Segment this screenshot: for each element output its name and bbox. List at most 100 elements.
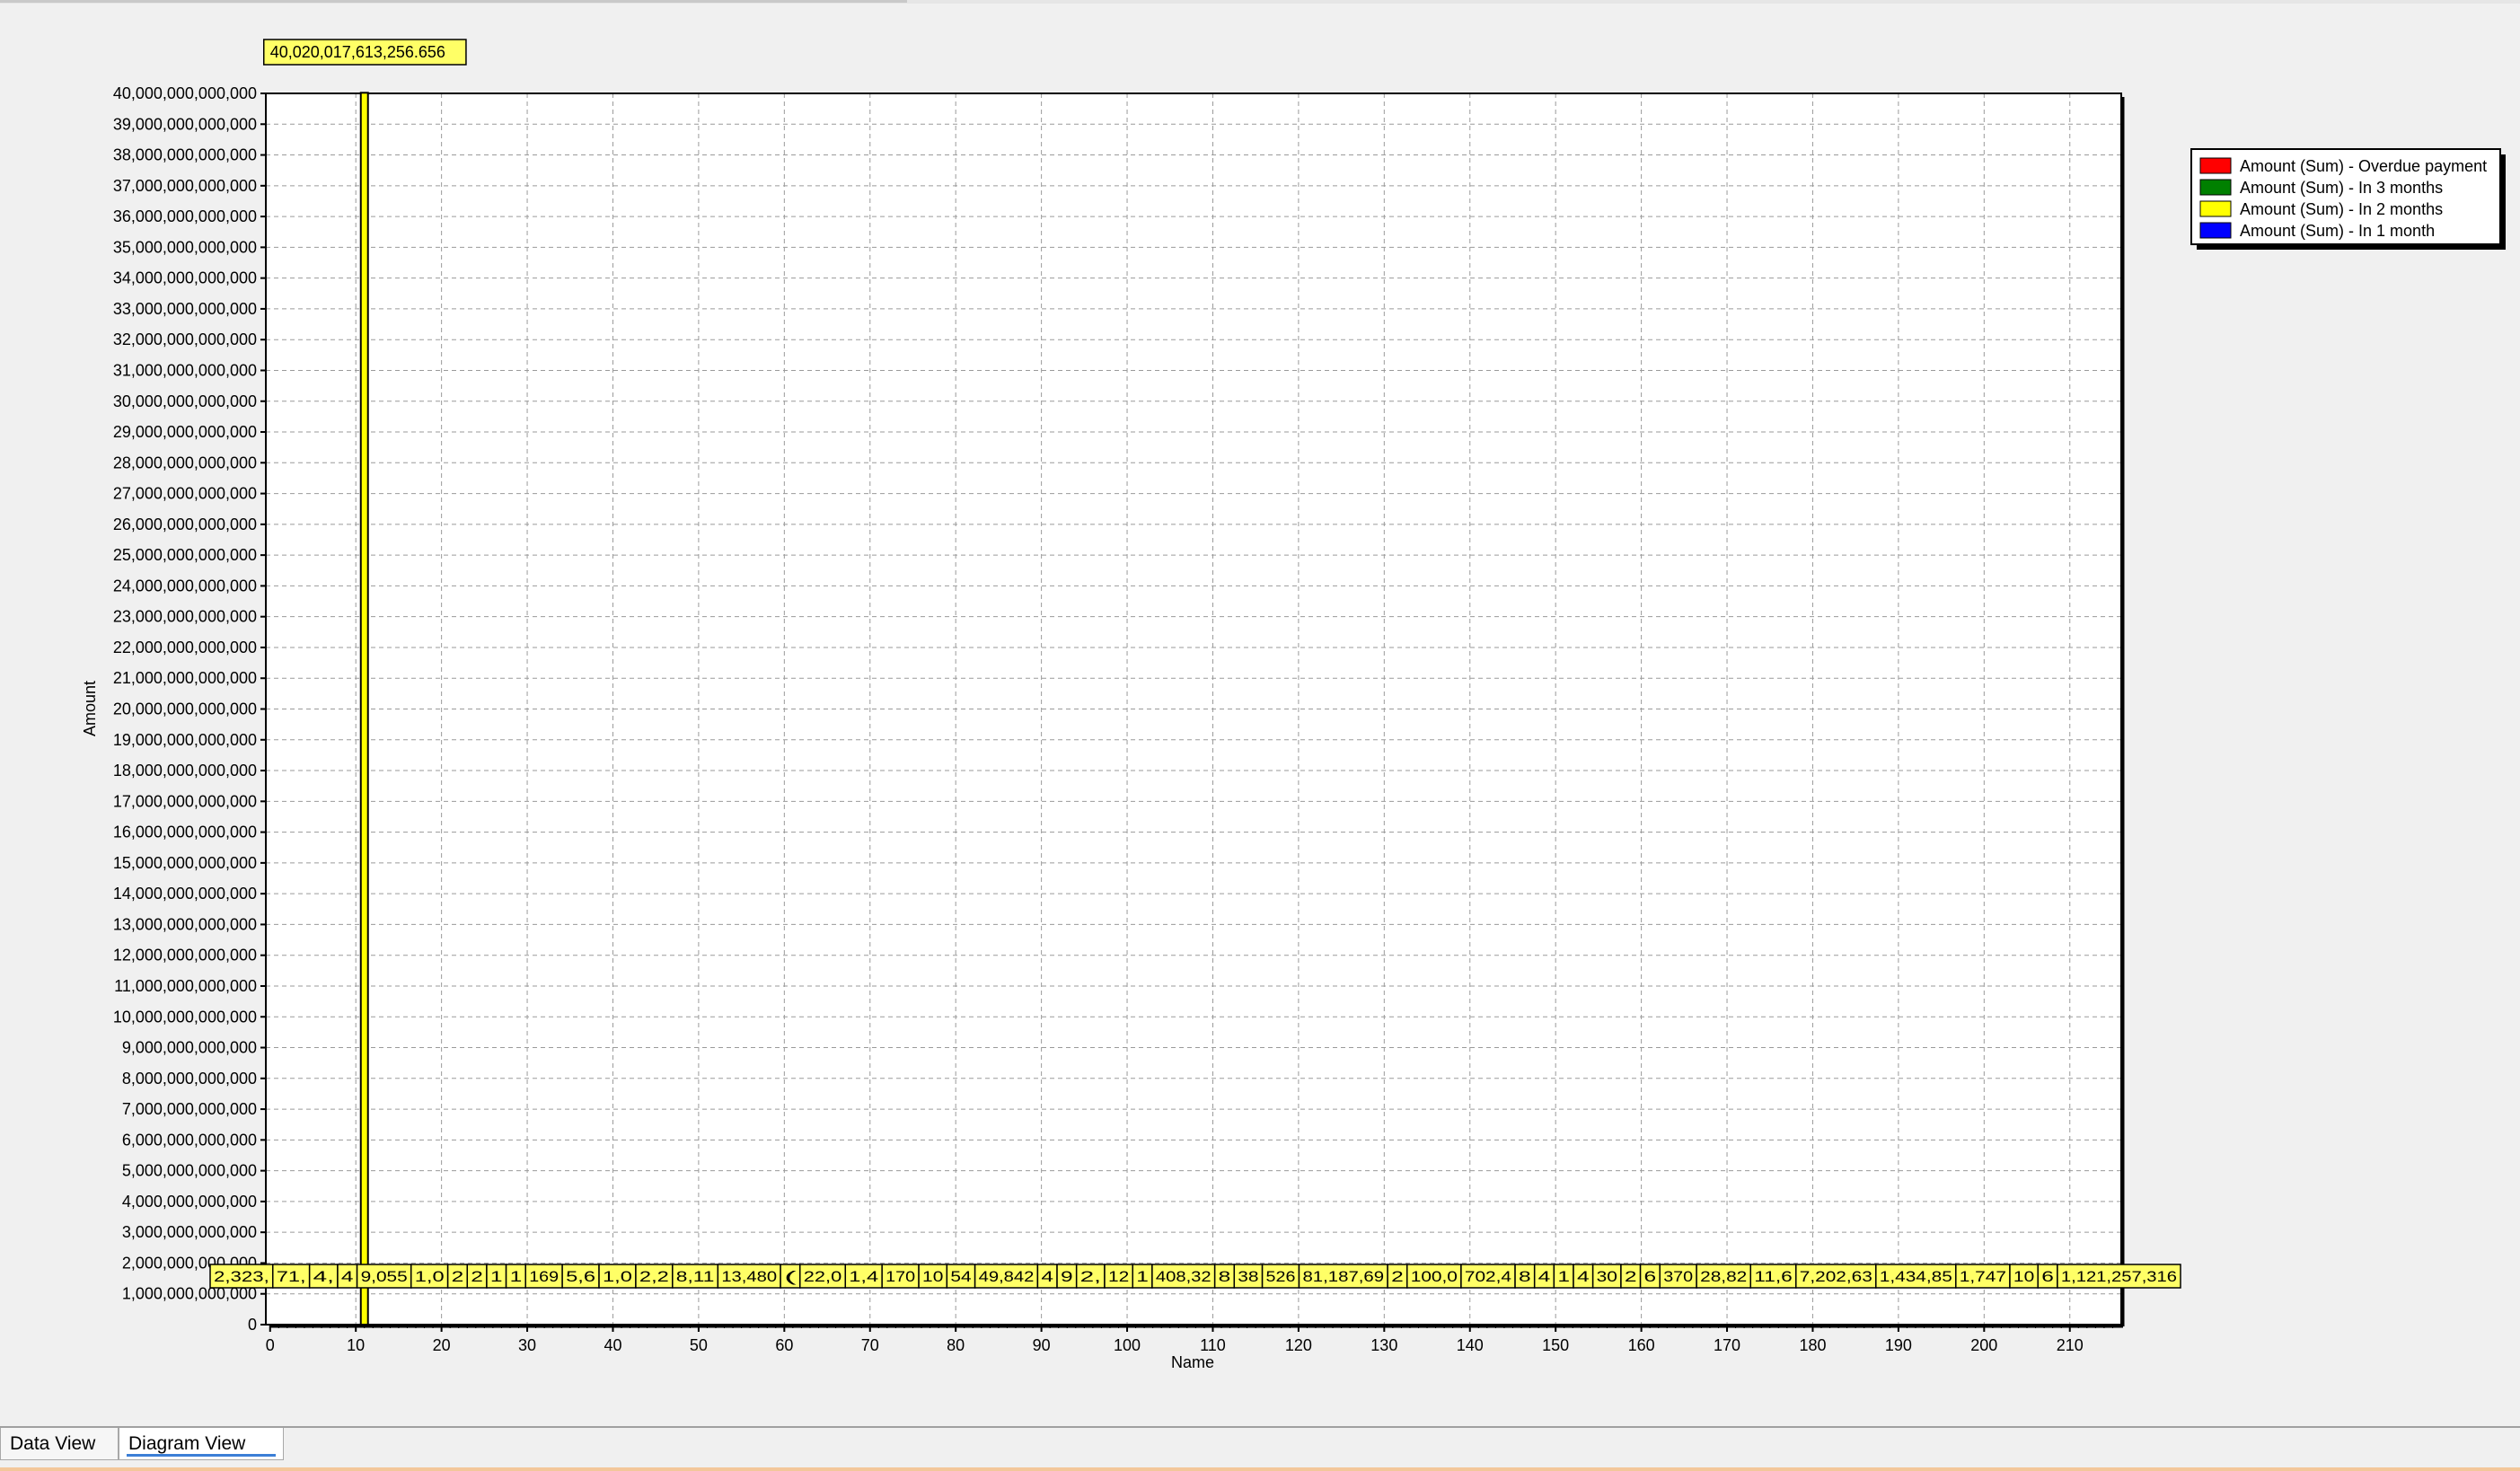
data-label: 11,6: [1754, 1268, 1793, 1285]
data-label: 4: [1577, 1268, 1590, 1285]
tab-label: Data View: [10, 1433, 96, 1454]
data-label: 408,32: [1156, 1268, 1212, 1285]
x-tick-label: 30: [518, 1336, 536, 1354]
data-label: 38: [1238, 1268, 1258, 1285]
data-label: 169: [529, 1268, 559, 1285]
data-label: 1,434,85: [1880, 1268, 1952, 1285]
legend-label: Amount (Sum) - In 3 months: [2240, 179, 2443, 197]
x-tick-label: 90: [1033, 1336, 1051, 1354]
x-axis: 0 10 20 30 40 50 60 70 80 90 100 110 120 130 140 150 160…: [266, 1325, 2113, 1354]
data-label: 30: [1597, 1268, 1617, 1285]
view-tabs: Data View Diagram View: [0, 1428, 2520, 1471]
y-tick-label: 6,000,000,000,000: [122, 1131, 257, 1149]
data-label: 8: [1519, 1268, 1531, 1285]
x-tick-label: 70: [861, 1336, 879, 1354]
x-tick-label: 20: [433, 1336, 451, 1354]
data-label: 1: [490, 1268, 503, 1285]
y-tick-label: 5,000,000,000,000: [122, 1162, 257, 1180]
data-label: 5,6: [566, 1268, 595, 1285]
y-tick-label: 34,000,000,000,000: [113, 269, 257, 287]
tab-diagram-view[interactable]: Diagram View: [119, 1428, 284, 1460]
data-label: 54: [950, 1268, 971, 1285]
data-label: 9,055: [361, 1268, 408, 1285]
y-tick-label: 33,000,000,000,000: [113, 300, 257, 318]
data-label: 2: [452, 1268, 464, 1285]
window-bottom-edge: [0, 1467, 2520, 1471]
legend-label: Amount (Sum) - In 1 month: [2240, 222, 2435, 240]
x-tick-label: 130: [1370, 1336, 1397, 1354]
x-tick-label: 120: [1285, 1336, 1312, 1354]
data-label: 1,4: [849, 1268, 878, 1285]
data-label: 28,82: [1700, 1268, 1747, 1285]
x-tick-label: 180: [1799, 1336, 1826, 1354]
data-label: 100,0: [1411, 1268, 1458, 1285]
y-tick-label: 7,000,000,000,000: [122, 1100, 257, 1118]
data-label: 71,: [277, 1268, 306, 1285]
tab-data-view[interactable]: Data View: [0, 1428, 119, 1460]
data-label: 10: [2013, 1268, 2034, 1285]
legend: Amount (Sum) - Overdue payment Amount (Su…: [2190, 148, 2506, 250]
data-label: 2: [1391, 1268, 1404, 1285]
x-tick-label: 140: [1457, 1336, 1484, 1354]
x-tick-label: 110: [1200, 1336, 1226, 1354]
data-label: 1,0: [415, 1268, 445, 1285]
data-label: (: [784, 1268, 797, 1285]
data-label: 81,187,69: [1302, 1268, 1384, 1285]
legend-swatch: [2199, 200, 2232, 217]
y-tick-label: 14,000,000,000,000: [113, 885, 257, 903]
data-label: 1: [1136, 1268, 1149, 1285]
data-label: 12: [1108, 1268, 1129, 1285]
y-tick-label: 3,000,000,000,000: [122, 1223, 257, 1241]
y-tick-label: 17,000,000,000,000: [113, 792, 257, 810]
y-tick-label: 18,000,000,000,000: [113, 762, 257, 780]
y-tick-label: 35,000,000,000,000: [113, 238, 257, 256]
y-axis-title: Amount: [81, 681, 99, 736]
diagram-view-panel: 0 1,000,000,000,000 2,000,000,000,000 3,000…: [0, 4, 2520, 1428]
data-label: 170: [886, 1268, 915, 1285]
y-tick-label: 28,000,000,000,000: [113, 454, 257, 471]
x-tick-label: 160: [1628, 1336, 1655, 1354]
y-tick-label: 38,000,000,000,000: [113, 146, 257, 164]
data-label: 2: [1625, 1268, 1637, 1285]
toolbar-segment: [269, 0, 732, 3]
data-label: 10: [922, 1268, 943, 1285]
data-label: 4: [1041, 1268, 1053, 1285]
x-tick-label: 190: [1885, 1336, 1912, 1354]
y-tick-label: 31,000,000,000,000: [113, 361, 257, 379]
data-label: 1: [510, 1268, 523, 1285]
y-tick-label: 11,000,000,000,000: [114, 977, 257, 995]
y-tick-label: 26,000,000,000,000: [113, 515, 257, 533]
legend-swatch: [2199, 222, 2232, 239]
x-tick-label: 0: [266, 1336, 275, 1354]
y-tick-label: 8,000,000,000,000: [122, 1070, 257, 1088]
x-tick-label: 100: [1114, 1336, 1141, 1354]
x-tick-label: 80: [947, 1336, 965, 1354]
y-tick-label: 21,000,000,000,000: [113, 669, 257, 687]
toolbar-segment: [0, 0, 269, 3]
active-tab-indicator: [127, 1454, 276, 1457]
x-tick-label: 10: [347, 1336, 365, 1354]
y-tick-label: 19,000,000,000,000: [113, 731, 257, 749]
legend-label: Amount (Sum) - Overdue payment: [2240, 157, 2487, 175]
data-label: 8,11: [676, 1268, 715, 1285]
bars: [359, 92, 369, 1326]
y-tick-label: 29,000,000,000,000: [113, 423, 257, 441]
data-label: 526: [1266, 1268, 1296, 1285]
data-label: 7,202,63: [1800, 1268, 1872, 1285]
data-label: 4: [1538, 1268, 1551, 1285]
data-label: 49,842: [979, 1268, 1035, 1285]
y-tick-label: 16,000,000,000,000: [113, 824, 257, 841]
y-tick-label: 27,000,000,000,000: [113, 485, 257, 503]
y-tick-label: 30,000,000,000,000: [113, 392, 257, 410]
data-label: 22,0: [804, 1268, 842, 1285]
x-tick-label: 210: [2057, 1336, 2084, 1354]
x-tick-label: 170: [1714, 1336, 1740, 1354]
tab-label: Diagram View: [128, 1433, 246, 1454]
data-label: 1,121,257,316: [2061, 1268, 2177, 1285]
x-tick-label: 60: [775, 1336, 793, 1354]
bar-chart: 01,000,000,000,0002,000,000,000,0003,000…: [81, 39, 2506, 1371]
y-tick-label: 32,000,000,000,000: [113, 330, 257, 348]
toolbar-segment: [732, 0, 907, 3]
y-tick-label: 23,000,000,000,000: [113, 608, 257, 626]
y-tick-label: 24,000,000,000,000: [113, 577, 257, 595]
